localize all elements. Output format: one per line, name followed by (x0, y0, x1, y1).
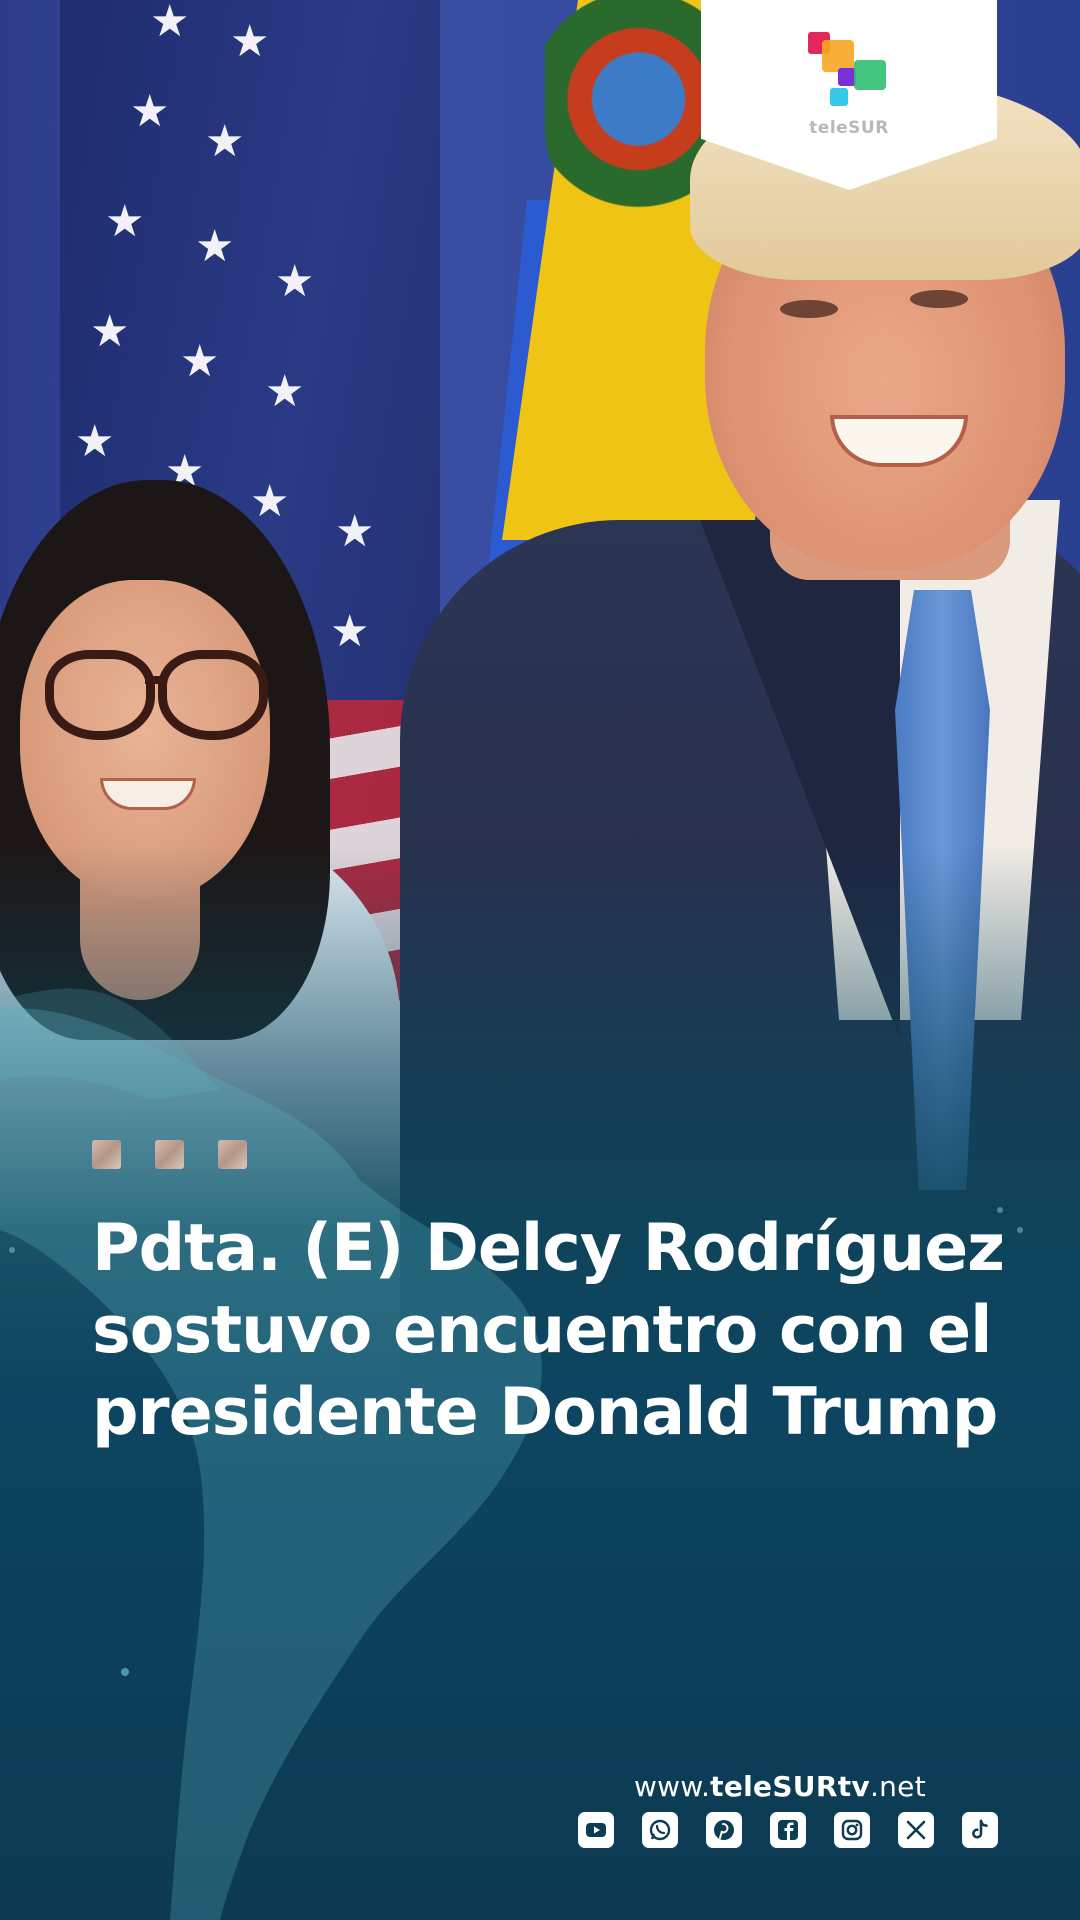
latin-america-map (0, 988, 1023, 1920)
telesur-logo-icon[interactable] (808, 32, 890, 122)
square-marker (155, 1140, 184, 1169)
x-icon[interactable] (898, 1812, 934, 1848)
square-marker (92, 1140, 121, 1169)
decorative-squares (92, 1140, 247, 1170)
instagram-icon[interactable] (834, 1812, 870, 1848)
headline-line: Pdta. (E) Delcy Rodríguez (92, 1211, 1005, 1286)
social-links (578, 1812, 998, 1848)
facebook-icon[interactable] (770, 1812, 806, 1848)
headline: Pdta. (E) Delcy Rodríguez sostuvo encuen… (92, 1208, 1032, 1454)
telesur-logo-wordmark: teleSUR (809, 118, 889, 138)
whatsapp-icon[interactable] (642, 1812, 678, 1848)
story-card: ★ ★ ★ ★ ★ ★ ★ ★ ★ ★ ★ ★ ★ ★ ★ ★ (0, 0, 1080, 1920)
headline-line: sostuvo encuentro con el (92, 1293, 992, 1368)
pinterest-icon[interactable] (706, 1812, 742, 1848)
youtube-icon[interactable] (578, 1812, 614, 1848)
headline-line: presidente Donald Trump (92, 1375, 998, 1450)
square-marker (218, 1140, 247, 1169)
tiktok-icon[interactable] (962, 1812, 998, 1848)
website-link[interactable]: www.teleSURtv.net (560, 1770, 926, 1803)
